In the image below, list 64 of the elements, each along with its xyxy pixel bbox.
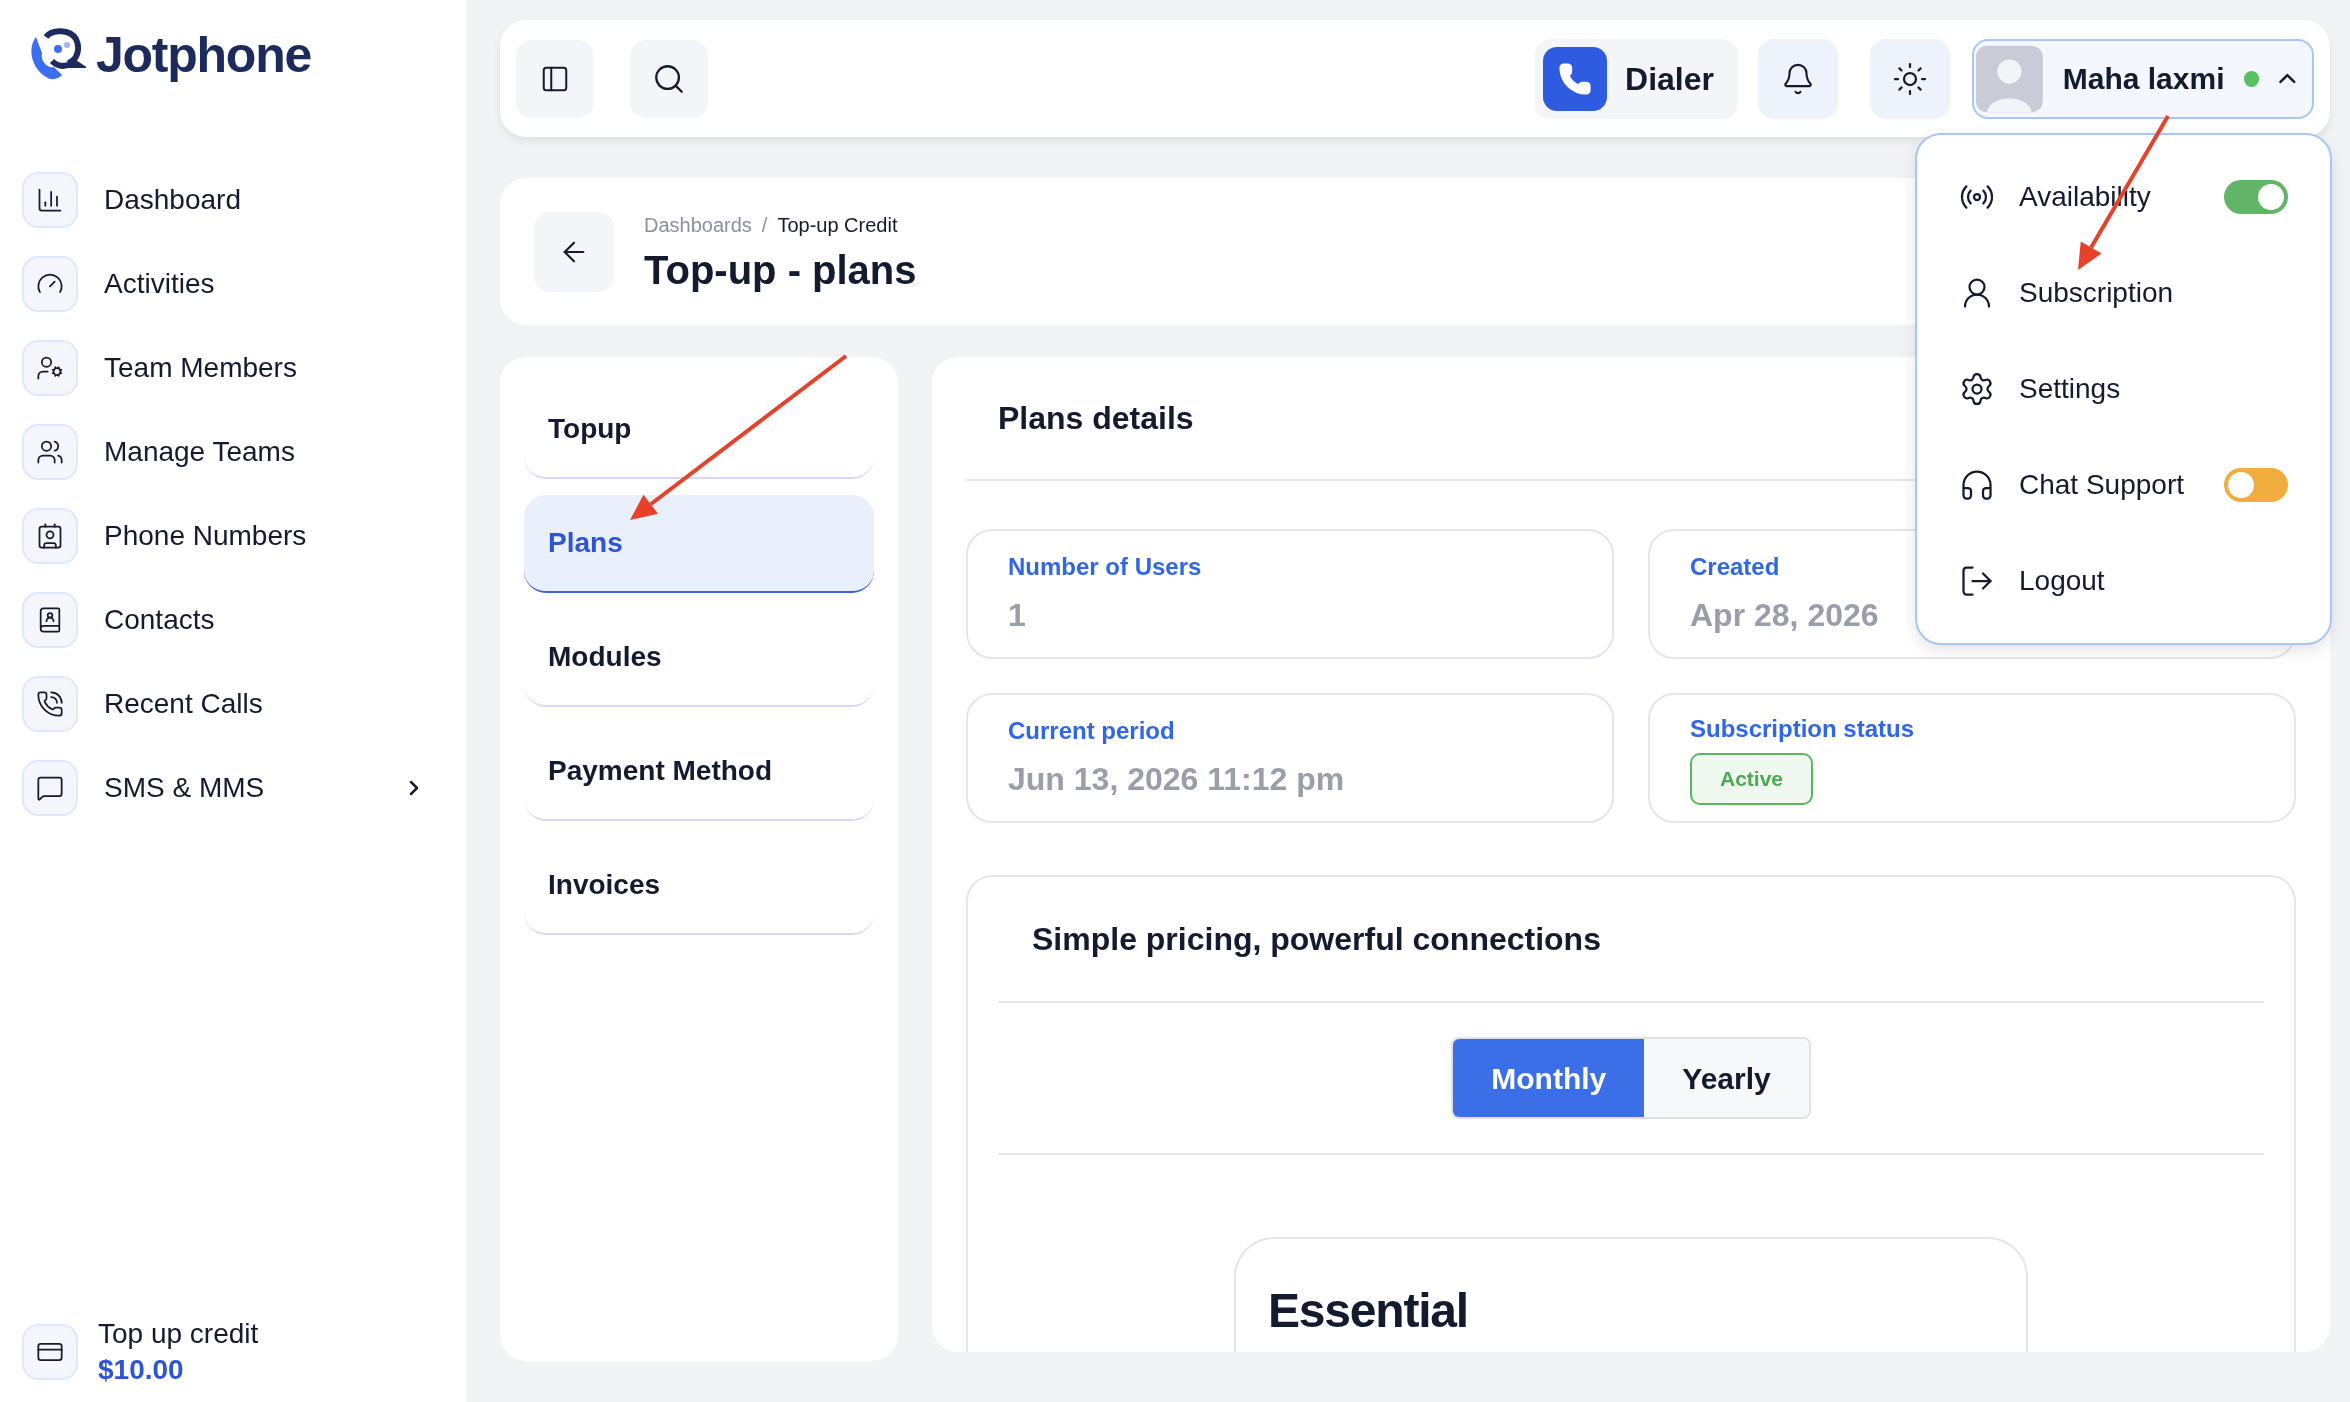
page-title: Top-up - plans (644, 246, 917, 294)
info-value: Apr 28, 2026 (1690, 596, 1879, 635)
sidebar-item[interactable]: SMS & MMS (22, 760, 426, 816)
sidebar-item[interactable]: Phone Numbers (22, 508, 426, 564)
info-label: Created (1690, 552, 1780, 582)
dialer-button[interactable]: Dialer (1535, 38, 1738, 119)
phone-icon (1543, 46, 1608, 111)
sidebar-label: Recent Calls (104, 687, 264, 721)
sidebar-label: Dashboard (104, 183, 242, 217)
sidebar-item[interactable]: Dashboard (22, 172, 426, 228)
billing-option[interactable]: Monthly (1453, 1039, 1645, 1117)
sidebar-label: SMS & MMS (104, 771, 266, 805)
info-value: 1 (1008, 596, 1026, 635)
menu-label: Subscription (2019, 276, 2175, 310)
bell-icon (1781, 61, 1815, 96)
brand-name: Jotphone (96, 25, 311, 85)
credit-amount: $10.00 (98, 1353, 185, 1387)
headset-icon (1959, 467, 1995, 503)
info-label: Current period (1008, 716, 1175, 746)
pricing-title: Simple pricing, powerful connections (998, 877, 2264, 1003)
menu-item[interactable]: Settings (1959, 356, 2288, 422)
toggle-switch[interactable] (2224, 468, 2288, 502)
gauge-icon (22, 256, 78, 312)
menu-item[interactable]: Logout (1959, 548, 2288, 614)
sidebar-toggle-button[interactable] (516, 39, 594, 118)
menu-item[interactable]: Subscription (1959, 260, 2288, 326)
sidebar-item[interactable]: Manage Teams (22, 424, 426, 480)
sidebar-item[interactable]: Recent Calls (22, 676, 426, 732)
credit-label: Top up credit (98, 1317, 259, 1351)
info-value: Jun 13, 2026 11:12 pm (1008, 760, 1345, 799)
info-label: Subscription status (1690, 714, 1915, 745)
billing-option[interactable]: Yearly (1644, 1039, 1809, 1117)
sidebar-label: Manage Teams (104, 435, 296, 469)
contact-card-icon (22, 508, 78, 564)
sidebar-label: Team Members (104, 351, 298, 385)
chat-bubble-icon (22, 760, 78, 816)
bar-chart-icon (22, 172, 78, 228)
menu-label: Logout (2019, 564, 2106, 598)
user-menu-button[interactable]: Maha laxmi (1972, 38, 2314, 119)
sidebar-item[interactable]: Contacts (22, 592, 426, 648)
settings-icon (1959, 371, 1995, 407)
search-button[interactable] (630, 39, 708, 118)
sidebar-label: Contacts (104, 603, 216, 637)
phone-call-icon (22, 676, 78, 732)
theme-button[interactable] (1870, 38, 1950, 119)
sidebar-item[interactable]: Team Members (22, 340, 426, 396)
sidebar-item[interactable]: Activities (22, 256, 426, 312)
breadcrumb-item: Top-up Credit (777, 212, 898, 238)
status-badge: Active (1690, 753, 1814, 805)
contact-book-icon (22, 592, 78, 648)
sidebar-label: Phone Numbers (104, 519, 308, 553)
menu-label: Settings (2019, 372, 2122, 406)
plan-name: Essential (1268, 1283, 1468, 1339)
users-icon (22, 424, 78, 480)
card-icon (22, 1324, 78, 1380)
tab[interactable]: Plans (524, 495, 874, 593)
toggle-switch[interactable] (2224, 180, 2288, 214)
sun-icon (1892, 60, 1928, 97)
notifications-button[interactable] (1758, 38, 1838, 119)
sidebar-label: Activities (104, 267, 216, 301)
user-gear-icon (22, 340, 78, 396)
breadcrumb-separator: / (761, 212, 768, 238)
chevron-up-icon (2279, 73, 2296, 84)
info-label: Number of Users (1008, 552, 1202, 582)
